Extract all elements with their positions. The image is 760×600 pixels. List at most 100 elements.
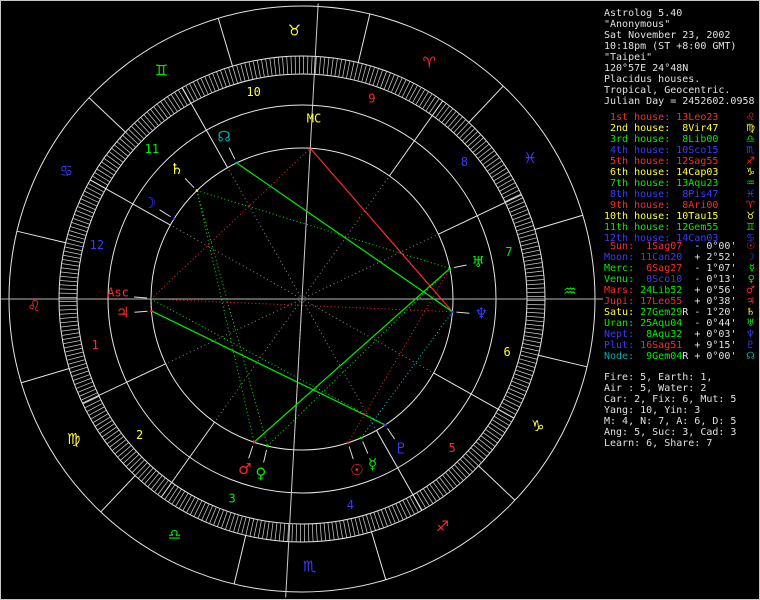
degree-tick: [346, 61, 351, 79]
degree-tick: [515, 369, 533, 376]
planet-position: 25Aqu04: [640, 318, 683, 329]
degree-tick: [104, 158, 119, 169]
degree-tick: [482, 154, 497, 165]
degree-tick: [82, 194, 99, 203]
degree-tick: [253, 519, 258, 537]
sign-boundary: [100, 475, 136, 513]
aspect-line-saturn-uranus: [196, 190, 451, 269]
aquarius-sign-icon: ♒: [563, 282, 576, 300]
planet-position: 0Sco10: [640, 274, 683, 285]
ascendant-label: Asc: [107, 286, 129, 300]
degree-tick: [151, 475, 163, 490]
degree-tick: [167, 96, 178, 112]
degree-tick: [438, 106, 450, 121]
planet-icon: ☽: [746, 252, 755, 263]
planet-velocity: + 2°52': [694, 252, 737, 263]
degree-tick: [441, 108, 453, 123]
house-row: 3rd house: 8Lib00 ♎: [604, 134, 758, 145]
degree-tick: [444, 111, 457, 125]
header-text: Sat November 23, 2002: [604, 30, 731, 41]
jupiter-point: [150, 309, 153, 313]
planet-velocity: + 9°15': [694, 340, 737, 351]
degree-tick: [419, 91, 429, 107]
degree-tick: [67, 238, 84, 244]
uranus-icon: ♅: [472, 253, 485, 271]
degree-tick: [62, 332, 80, 336]
degree-tick: [102, 426, 117, 438]
house-row: 8th house: 8Pis47 ♓: [604, 189, 758, 200]
degree-tick: [64, 344, 82, 349]
sun-point: [346, 441, 350, 445]
planet-label: Sun:: [604, 241, 641, 252]
sign-boundary: [357, 13, 371, 63]
neptune-point: [451, 310, 454, 313]
header-line: Sat November 23, 2002: [604, 30, 758, 41]
degree-tick: [366, 514, 372, 532]
planet-label: Jupi:: [604, 296, 641, 307]
degree-tick: [477, 147, 492, 159]
degree-tick: [472, 140, 487, 153]
header-line: Placidus houses.: [604, 74, 758, 85]
degree-tick: [186, 497, 196, 513]
sign-boundary: [217, 18, 233, 67]
degree-tick: [111, 148, 126, 160]
header-line: Tropical, Geocentric.: [604, 85, 758, 96]
house-number-2: 2: [136, 428, 143, 442]
sign-boundary: [468, 85, 504, 123]
degree-tick: [517, 366, 534, 372]
degree-tick: [278, 523, 282, 541]
header-line: 10:18pm (ST +8:00 GMT): [604, 41, 758, 52]
house-number-11: 11: [145, 142, 159, 156]
degree-tick: [237, 516, 243, 533]
degree-tick: [462, 456, 476, 469]
degree-tick: [163, 99, 175, 114]
header-text: Julian Day = 2452602.0958: [604, 96, 755, 107]
degree-tick: [362, 516, 368, 533]
stats-text: Car: 2, Fix: 6, Mut: 5: [604, 394, 737, 405]
degree-tick: [501, 186, 518, 195]
planet-velocity: + 0°38': [694, 296, 737, 307]
planet-position: 24Lib52: [640, 285, 683, 296]
degree-tick: [489, 164, 505, 175]
degree-tick: [119, 138, 134, 151]
planet-label: Mars:: [604, 285, 641, 296]
degree-tick: [442, 474, 454, 489]
degree-tick: [262, 521, 266, 539]
degree-tick: [372, 68, 379, 86]
degree-tick: [433, 482, 444, 497]
jupiter-icon: ♃: [116, 304, 129, 322]
planets-block: Sun: 1Sag07 - 0°00' ☉ Moon: 11Can20 + 2°52…: [604, 241, 758, 362]
house-position: 9th house: 8Ari00: [604, 200, 719, 211]
degree-tick: [147, 473, 160, 487]
degree-tick: [465, 453, 479, 466]
degree-tick: [462, 128, 475, 141]
stats-line: Yang: 10, Yin: 3: [604, 405, 758, 416]
planet-label: Venu:: [604, 274, 641, 285]
degree-tick: [224, 69, 231, 86]
degree-tick: [106, 154, 121, 166]
info-panel: Astrolog 5.40 "Anonymous" Sat November 23,…: [603, 1, 759, 599]
degree-tick: [487, 160, 502, 172]
degree-tick: [59, 288, 77, 290]
planet-position: 16Sag51: [640, 340, 683, 351]
degree-tick: [225, 512, 232, 530]
degree-tick: [59, 312, 77, 315]
degree-tick: [496, 412, 512, 422]
degree-tick: [61, 328, 79, 332]
planet-icon: ☿: [748, 263, 755, 274]
leo-sign-icon: ♌: [27, 297, 40, 315]
planet-icon: ♄: [746, 307, 755, 318]
cancer-sign-icon: ♋: [59, 162, 72, 180]
retrograde-flag: [682, 318, 694, 329]
degree-tick: [373, 512, 380, 529]
pluto-pointer: [387, 428, 396, 440]
degree-tick: [128, 129, 142, 142]
degree-tick: [523, 339, 541, 344]
retrograde-flag: [682, 296, 694, 307]
degree-tick: [365, 66, 371, 83]
degree-tick: [249, 519, 255, 536]
degree-tick: [347, 519, 352, 537]
degree-tick: [311, 524, 314, 542]
degree-tick: [459, 125, 472, 139]
retrograde-flag: R: [682, 307, 695, 318]
